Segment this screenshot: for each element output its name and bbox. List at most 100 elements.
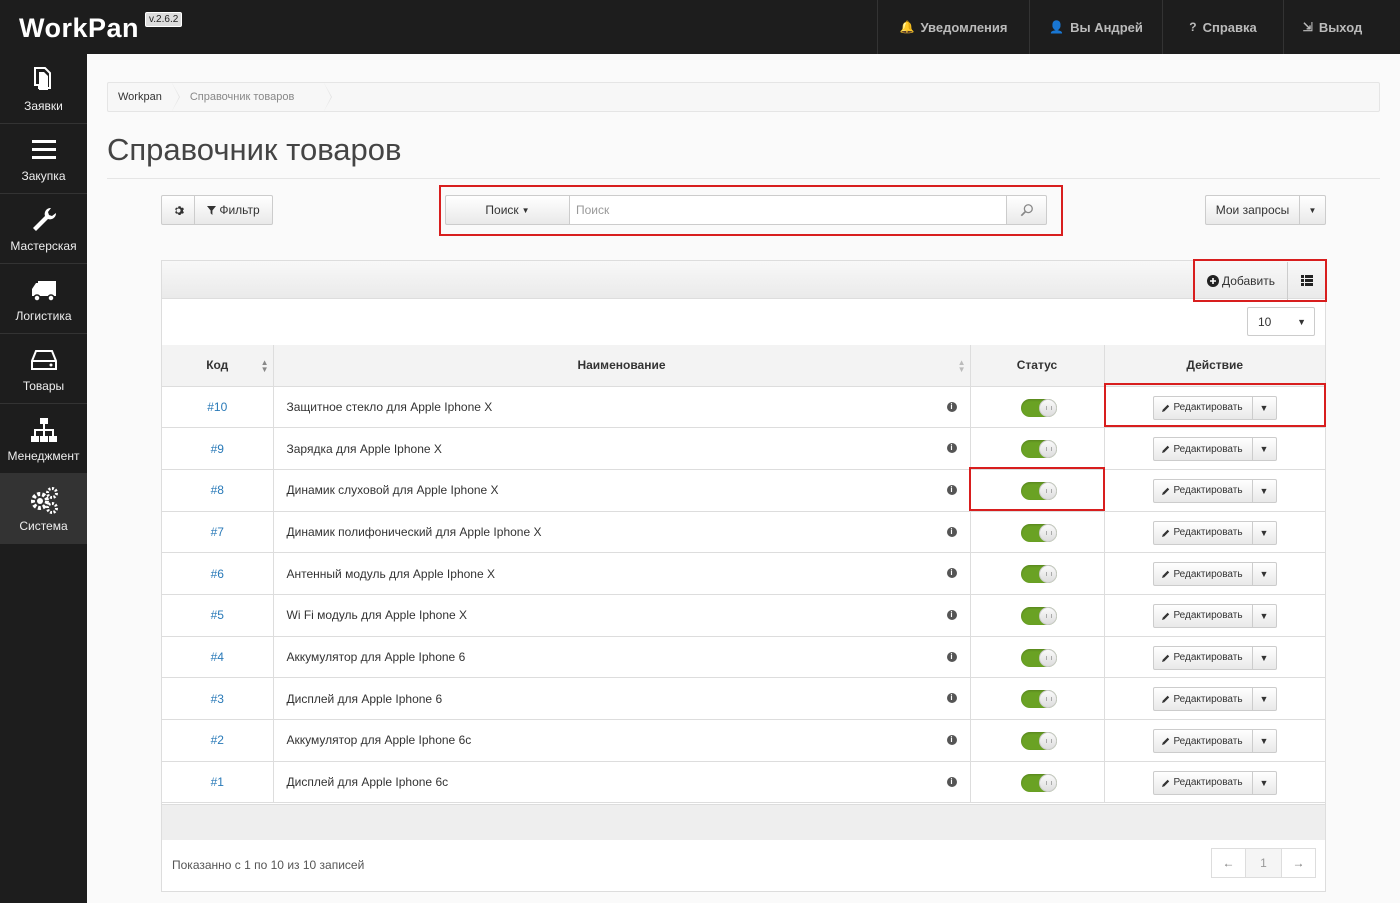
- product-code-link[interactable]: #6: [211, 567, 224, 581]
- sidebar-item-6[interactable]: Система: [0, 474, 87, 544]
- info-icon[interactable]: i: [946, 651, 957, 662]
- edit-button[interactable]: Редактировать: [1152, 478, 1253, 503]
- info-icon[interactable]: i: [946, 484, 957, 495]
- edit-dropdown[interactable]: ▼: [1252, 687, 1277, 712]
- brand-logo[interactable]: WorkPan: [19, 13, 139, 44]
- edit-dropdown[interactable]: ▼: [1252, 729, 1277, 753]
- sidebar-item-3[interactable]: Логистика: [0, 264, 87, 334]
- sidebar-item-label: Товары: [22, 378, 65, 393]
- cell-status: [970, 594, 1105, 637]
- my-requests-dropdown[interactable]: ▼: [1300, 195, 1326, 225]
- product-code-link[interactable]: #10: [207, 400, 227, 414]
- edit-button[interactable]: Редактировать: [1152, 562, 1253, 587]
- product-code-link[interactable]: #8: [211, 483, 224, 497]
- cell-status: [970, 469, 1105, 512]
- filter-button[interactable]: Фильтр: [195, 195, 273, 225]
- edit-dropdown[interactable]: ▼: [1252, 770, 1277, 795]
- info-icon[interactable]: i: [946, 526, 957, 537]
- drive-icon: [30, 349, 57, 370]
- add-button[interactable]: Добавить: [1195, 262, 1287, 300]
- settings-button[interactable]: [161, 195, 195, 225]
- table-row: #10 Защитное стекло для Apple Iphone X i Ре…: [162, 386, 1325, 429]
- cell-code: #3: [162, 677, 274, 720]
- product-code-link[interactable]: #4: [211, 650, 224, 664]
- table-row: #1 Дисплей для Apple Iphone 6c i Редактиров…: [162, 761, 1325, 804]
- product-code-link[interactable]: #3: [211, 692, 224, 706]
- column-header-name[interactable]: Наименование ▲ ▼: [273, 345, 971, 387]
- info-icon[interactable]: i: [946, 609, 957, 620]
- cell-status: [970, 386, 1105, 429]
- search-button[interactable]: [1007, 195, 1047, 225]
- cell-status: [970, 552, 1105, 595]
- info-icon[interactable]: i: [946, 693, 957, 704]
- status-toggle[interactable]: [1020, 648, 1057, 667]
- toggle-knob: [1038, 648, 1057, 667]
- edit-button[interactable]: Редактировать: [1152, 729, 1253, 753]
- status-toggle[interactable]: [1020, 440, 1057, 459]
- cell-name: Аккумулятор для Apple Iphone 6c i: [273, 719, 971, 762]
- pagination-prev[interactable]: ←: [1211, 848, 1246, 878]
- cell-name: Дисплей для Apple Iphone 6c i: [273, 761, 971, 804]
- caret-down-icon: ▼: [1259, 527, 1269, 538]
- edit-button[interactable]: Редактировать: [1152, 770, 1253, 795]
- status-toggle[interactable]: [1020, 773, 1057, 792]
- status-toggle[interactable]: [1020, 732, 1057, 750]
- sidebar-item-1[interactable]: Закупка: [0, 124, 87, 194]
- status-toggle[interactable]: [1020, 606, 1057, 625]
- edit-button[interactable]: Редактировать: [1152, 645, 1253, 670]
- pagination-page[interactable]: 1: [1246, 848, 1281, 878]
- product-code-link[interactable]: #5: [211, 608, 224, 622]
- sidebar-item-2[interactable]: Мастерская: [0, 194, 87, 264]
- topnav-item-2[interactable]: ? Справка: [1162, 0, 1283, 54]
- topnav-item-3[interactable]: ⇲ Выход: [1283, 0, 1381, 54]
- topnav-item-0[interactable]: 🔔 Уведомления: [877, 0, 1029, 54]
- status-toggle[interactable]: [1020, 481, 1057, 500]
- search-type-dropdown[interactable]: Поиск ▼: [445, 195, 569, 225]
- edit-dropdown[interactable]: ▼: [1252, 645, 1277, 670]
- my-requests-button[interactable]: Мои запросы: [1205, 195, 1300, 225]
- per-page-select[interactable]: 10 ▼: [1247, 307, 1315, 336]
- info-icon[interactable]: i: [946, 443, 957, 454]
- product-name: Дисплей для Apple Iphone 6: [286, 691, 443, 706]
- info-icon[interactable]: i: [946, 401, 957, 412]
- edit-dropdown[interactable]: ▼: [1252, 603, 1277, 628]
- list-view-button[interactable]: [1287, 261, 1325, 300]
- search-input[interactable]: [569, 195, 1007, 225]
- column-header-action: Действие: [1104, 345, 1325, 387]
- pagination-next[interactable]: →: [1281, 848, 1316, 878]
- edit-dropdown[interactable]: ▼: [1252, 395, 1277, 420]
- cell-action: Редактировать ▼: [1104, 552, 1325, 595]
- pencil-icon: [1162, 404, 1170, 412]
- product-code-link[interactable]: #1: [211, 775, 224, 789]
- edit-button[interactable]: Редактировать: [1152, 437, 1253, 462]
- edit-dropdown[interactable]: ▼: [1252, 437, 1277, 462]
- product-code-link[interactable]: #2: [211, 733, 224, 747]
- status-toggle[interactable]: [1020, 398, 1057, 417]
- product-code-link[interactable]: #7: [211, 525, 224, 539]
- info-icon[interactable]: i: [946, 776, 957, 787]
- status-toggle[interactable]: [1020, 523, 1057, 542]
- edit-dropdown[interactable]: ▼: [1252, 520, 1277, 545]
- gears-icon: [30, 486, 58, 514]
- status-toggle[interactable]: [1020, 565, 1057, 584]
- sidebar-item-4[interactable]: Товары: [0, 334, 87, 404]
- help-icon: ?: [1189, 20, 1197, 34]
- edit-button[interactable]: Редактировать: [1152, 395, 1253, 420]
- edit-group: Редактировать ▼: [1152, 645, 1277, 670]
- column-header-code[interactable]: Код ▲ ▼: [162, 345, 274, 387]
- edit-button[interactable]: Редактировать: [1152, 687, 1253, 712]
- breadcrumb-item-home[interactable]: Workpan: [108, 83, 180, 111]
- product-code-link[interactable]: #9: [211, 442, 224, 456]
- edit-button[interactable]: Редактировать: [1152, 603, 1253, 628]
- info-icon[interactable]: i: [946, 568, 957, 579]
- edit-dropdown[interactable]: ▼: [1252, 478, 1277, 503]
- sidebar-item-0[interactable]: Заявки: [0, 54, 87, 124]
- topnav-item-1[interactable]: 👤 Вы Андрей: [1029, 0, 1162, 54]
- edit-button-label: Редактировать: [1173, 402, 1243, 413]
- status-toggle[interactable]: [1020, 690, 1057, 709]
- edit-button[interactable]: Редактировать: [1152, 520, 1253, 545]
- edit-button-label: Редактировать: [1173, 693, 1243, 705]
- info-icon[interactable]: i: [946, 735, 957, 745]
- edit-dropdown[interactable]: ▼: [1252, 562, 1277, 587]
- sidebar-item-5[interactable]: Менеджмент: [0, 404, 87, 474]
